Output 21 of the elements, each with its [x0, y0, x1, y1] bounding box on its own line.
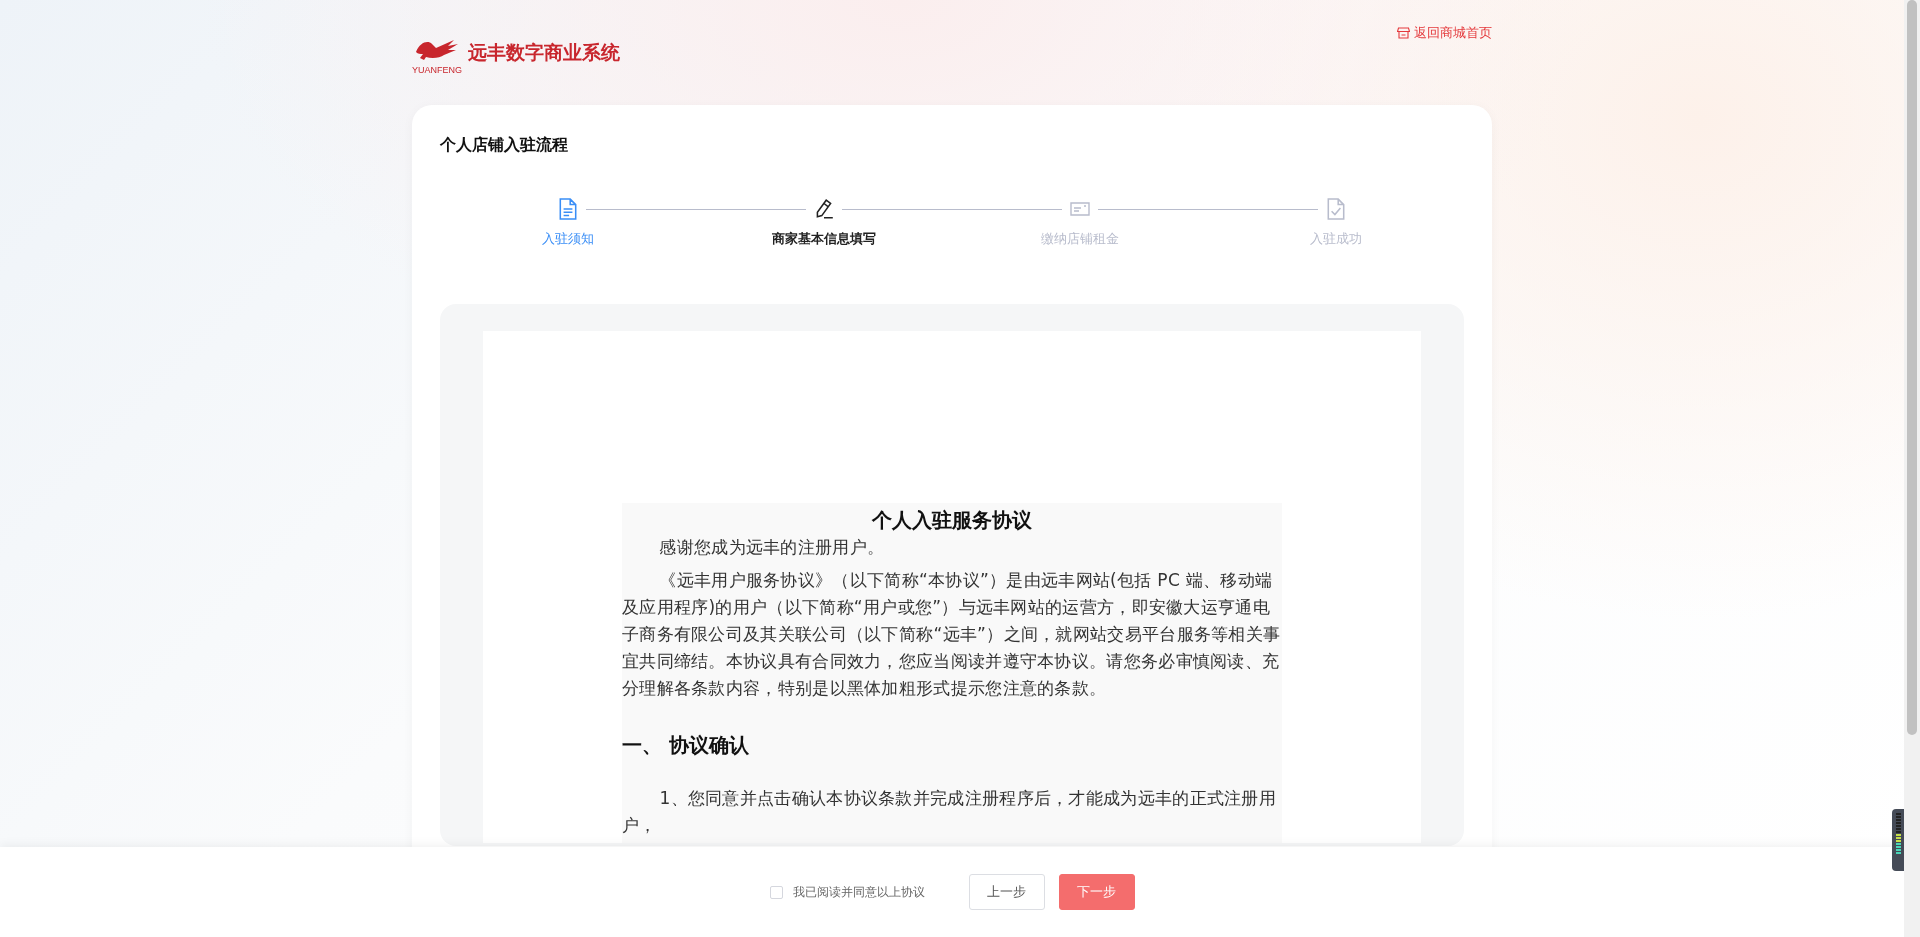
- section-heading: 一、 协议确认: [622, 732, 750, 759]
- step-item: 入驻须知: [440, 198, 696, 248]
- checked-document-icon: [1326, 198, 1346, 220]
- step-item: 缴纳店铺租金: [952, 198, 1208, 248]
- agreement-paragraph: 《远丰用户服务协议》（以下简称“本协议”）是由远丰网站(包括 PC 端、移动端及应用程序)的用户（以下简称“用户或您”）与远丰网站的运营方，即安徽大运亨通电子商务有限公司及其关联公司（以下简称“远丰”）之间，就网站交易平台服务等相关事宜共同缔结。本协议具有合同效力，您应当阅读并遵守本协议。请您务必审慎阅读、充分理解各条款内容，特别是以黑体加粗形式提示您注意的条款。: [622, 569, 1282, 700]
- level-meter-widget-icon[interactable]: [1892, 809, 1904, 871]
- pencil-icon: [814, 198, 834, 220]
- scrollbar[interactable]: [1904, 0, 1920, 937]
- step-item: 入驻成功: [1208, 198, 1464, 248]
- brand-title: 远丰数字商业系统: [468, 39, 620, 65]
- previous-step-button[interactable]: 上一步: [968, 874, 1045, 910]
- agreement-paragraph: 1、您同意并点击确认本协议条款并完成注册程序后，才能成为远丰的正式注册用户，: [622, 787, 1277, 837]
- agreement-title: 个人入驻服务协议: [871, 507, 1033, 534]
- store-icon: [1397, 27, 1410, 39]
- agreement-paragraph: 感谢您成为远丰的注册用户。: [658, 536, 886, 559]
- agree-checkbox[interactable]: 我已阅读并同意以上协议: [769, 883, 925, 901]
- home-link[interactable]: 返回商城首页: [1397, 24, 1492, 42]
- document-icon: [558, 198, 578, 220]
- step-item: 商家基本信息填写: [696, 198, 952, 248]
- logo-wordmark: YUANFENG: [412, 65, 462, 74]
- card-title: 个人店铺入驻流程: [440, 135, 569, 156]
